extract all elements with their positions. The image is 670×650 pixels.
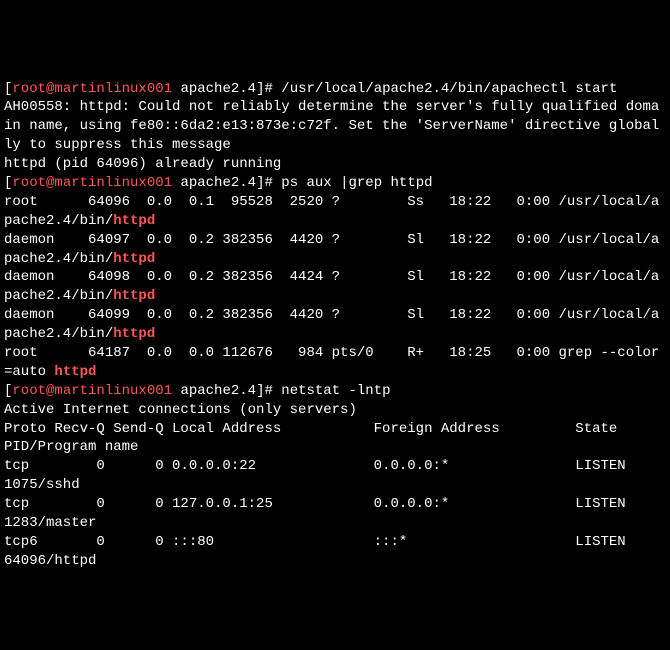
netstat-row-1: tcp 0 0 0.0.0.0:22 0.0.0.0:* LISTEN 1075… xyxy=(4,458,670,493)
bracket-close: ]# xyxy=(256,81,281,97)
output-running: httpd (pid 64096) already running xyxy=(4,156,281,172)
ps-row-1: root 64096 0.0 0.1 95528 2520 ? Ss 18:22… xyxy=(4,194,659,229)
match-httpd: httpd xyxy=(54,364,96,380)
ps-text: daemon 64097 0.0 0.2 382356 4420 ? Sl 18… xyxy=(4,232,659,267)
ps-text: daemon 64098 0.0 0.2 382356 4424 ? Sl 18… xyxy=(4,269,659,304)
command-1[interactable]: /usr/local/apache2.4/bin/apachectl start xyxy=(281,81,617,97)
ps-text: root 64187 0.0 0.0 112676 984 pts/0 R+ 1… xyxy=(4,345,659,380)
match-httpd: httpd xyxy=(113,326,155,342)
bracket-close: ]# xyxy=(256,175,281,191)
prompt-2: [root@martinlinux001 apache2.4]# ps aux … xyxy=(4,175,433,191)
ps-row-5: root 64187 0.0 0.0 112676 984 pts/0 R+ 1… xyxy=(4,345,659,380)
match-httpd: httpd xyxy=(113,251,155,267)
command-2[interactable]: ps aux |grep httpd xyxy=(281,175,432,191)
command-3[interactable]: netstat -lntp xyxy=(281,383,390,399)
netstat-row-2: tcp 0 0 127.0.0.1:25 0.0.0.0:* LISTEN 12… xyxy=(4,496,670,531)
ps-row-3: daemon 64098 0.0 0.2 382356 4424 ? Sl 18… xyxy=(4,269,659,304)
cwd: apache2.4 xyxy=(180,81,256,97)
cwd: apache2.4 xyxy=(180,175,256,191)
output-warning: AH00558: httpd: Could not reliably deter… xyxy=(4,99,659,153)
netstat-header-1: Active Internet connections (only server… xyxy=(4,402,357,418)
user-host: root@martinlinux001 xyxy=(12,175,172,191)
match-httpd: httpd xyxy=(113,213,155,229)
user-host: root@martinlinux001 xyxy=(12,383,172,399)
prompt-3: [root@martinlinux001 apache2.4]# netstat… xyxy=(4,383,391,399)
ps-text: daemon 64099 0.0 0.2 382356 4420 ? Sl 18… xyxy=(4,307,659,342)
ps-row-2: daemon 64097 0.0 0.2 382356 4420 ? Sl 18… xyxy=(4,232,659,267)
match-httpd: httpd xyxy=(113,288,155,304)
user-host: root@martinlinux001 xyxy=(12,81,172,97)
cwd: apache2.4 xyxy=(180,383,256,399)
ps-text: root 64096 0.0 0.1 95528 2520 ? Ss 18:22… xyxy=(4,194,659,229)
prompt-1: [root@martinlinux001 apache2.4]# /usr/lo… xyxy=(4,81,617,97)
netstat-header-2: Proto Recv-Q Send-Q Local Address Foreig… xyxy=(4,421,670,456)
netstat-row-3: tcp6 0 0 :::80 :::* LISTEN 64096/httpd xyxy=(4,534,670,569)
ps-row-4: daemon 64099 0.0 0.2 382356 4420 ? Sl 18… xyxy=(4,307,659,342)
bracket-close: ]# xyxy=(256,383,281,399)
